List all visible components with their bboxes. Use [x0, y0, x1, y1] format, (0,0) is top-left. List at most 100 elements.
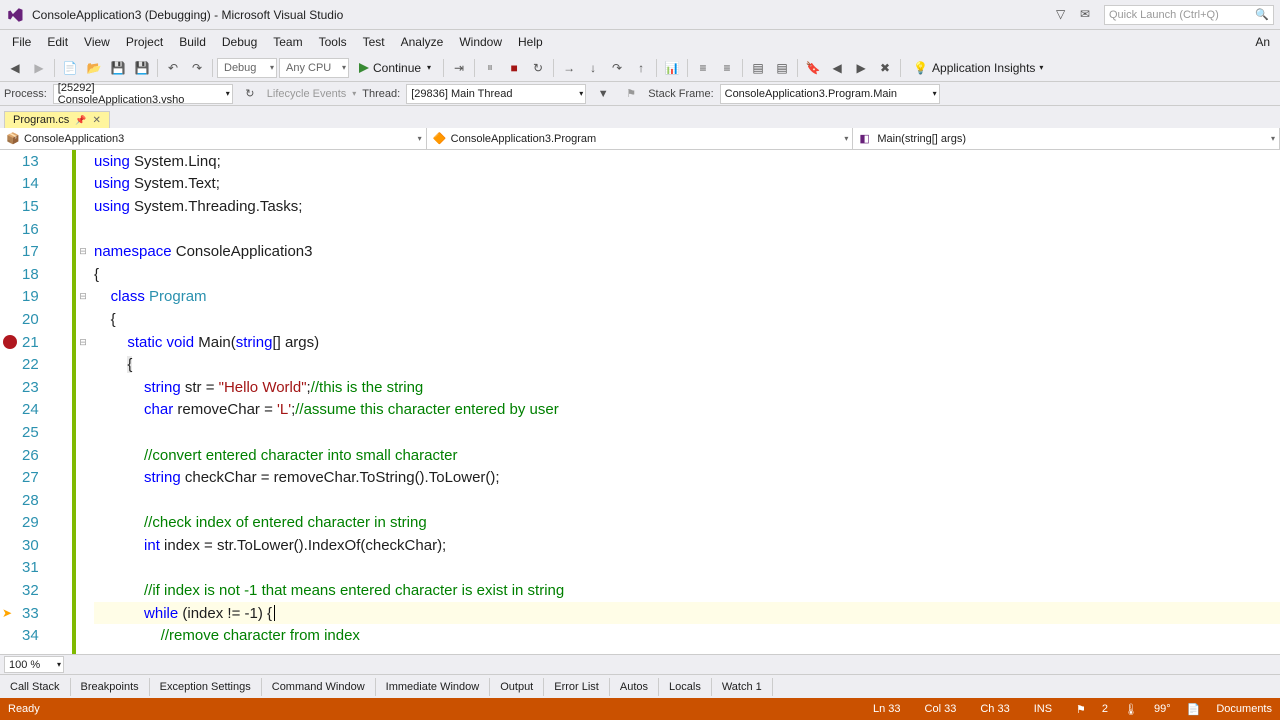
feedback-icon[interactable]: ✉ — [1080, 7, 1096, 23]
breakpoint-icon[interactable] — [3, 335, 17, 349]
fold-toggle[interactable]: ⊟ — [76, 240, 90, 263]
pause-button[interactable]: ⏸ — [479, 57, 501, 79]
code-line[interactable]: namespace ConsoleApplication3 — [94, 240, 1280, 263]
code-line[interactable] — [94, 218, 1280, 241]
code-line[interactable] — [94, 489, 1280, 512]
bottom-tab-watch-1[interactable]: Watch 1 — [712, 678, 773, 696]
outdent-button[interactable]: ≡ — [716, 57, 738, 79]
step-out-button[interactable]: ↑ — [630, 57, 652, 79]
nav-member-dropdown[interactable]: ◧ Main(string[] args) — [853, 128, 1280, 149]
menu-test[interactable]: Test — [355, 33, 393, 51]
flag-icon[interactable]: ⚑ — [1076, 703, 1086, 716]
bookmark-prev-button[interactable]: ◀ — [826, 57, 848, 79]
line-number: 18 — [22, 263, 64, 286]
code-line[interactable]: string str = "Hello World";//this is the… — [94, 376, 1280, 399]
code-line[interactable]: { — [94, 263, 1280, 286]
signin-text[interactable]: An — [1255, 35, 1276, 49]
nav-back-button[interactable]: ◀ — [4, 57, 26, 79]
redo-button[interactable]: ↷ — [186, 57, 208, 79]
open-button[interactable]: 📂 — [83, 57, 105, 79]
indent-button[interactable]: ≡ — [692, 57, 714, 79]
new-project-button[interactable]: 📄 — [59, 57, 81, 79]
zoom-dropdown[interactable]: 100 % — [4, 656, 64, 673]
menu-project[interactable]: Project — [118, 33, 171, 51]
menu-file[interactable]: File — [4, 33, 39, 51]
code-line[interactable]: string checkChar = removeChar.ToString()… — [94, 466, 1280, 489]
code-editor[interactable]: ➤ 13141516171819202122232425262728293031… — [0, 150, 1280, 654]
step-into-button[interactable]: ↓ — [582, 57, 604, 79]
platform-dropdown[interactable]: Any CPU — [279, 58, 349, 78]
diag-tools-button[interactable]: 📊 — [661, 57, 683, 79]
flag-threads-icon[interactable]: ▼ — [592, 83, 614, 105]
code-line[interactable]: int index = str.ToLower().IndexOf(checkC… — [94, 534, 1280, 557]
menu-edit[interactable]: Edit — [39, 33, 76, 51]
save-button[interactable]: 💾 — [107, 57, 129, 79]
thread-dropdown[interactable]: [29836] Main Thread — [406, 84, 586, 104]
notification-filter-icon[interactable]: ▽ — [1056, 7, 1072, 23]
code-line[interactable]: //remove character from index — [94, 624, 1280, 647]
pin-icon[interactable]: 📌 — [75, 115, 86, 126]
process-dropdown[interactable]: [25292] ConsoleApplication3.vsho — [53, 84, 233, 104]
stop-button[interactable]: ■ — [503, 57, 525, 79]
bottom-tab-exception-settings[interactable]: Exception Settings — [150, 678, 262, 696]
step-button[interactable]: ⇥ — [448, 57, 470, 79]
menu-build[interactable]: Build — [171, 33, 214, 51]
notif-count[interactable]: 2 — [1102, 703, 1108, 715]
bookmark-clear-button[interactable]: ✖ — [874, 57, 896, 79]
code-line[interactable]: //convert entered character into small c… — [94, 444, 1280, 467]
menu-team[interactable]: Team — [265, 33, 310, 51]
class-icon: 🔶 — [433, 132, 447, 146]
uncomment-button[interactable]: ▤ — [771, 57, 793, 79]
menu-view[interactable]: View — [76, 33, 118, 51]
restart-button[interactable]: ↻ — [527, 57, 549, 79]
bottom-tab-command-window[interactable]: Command Window — [262, 678, 376, 696]
bookmark-next-button[interactable]: ▶ — [850, 57, 872, 79]
document-tab-program[interactable]: Program.cs 📌 ✕ — [4, 111, 110, 128]
menu-analyze[interactable]: Analyze — [393, 33, 452, 51]
config-dropdown[interactable]: Debug — [217, 58, 277, 78]
cycle-icon[interactable]: ↻ — [239, 83, 261, 105]
nav-forward-button[interactable]: ▶ — [28, 57, 50, 79]
code-line[interactable] — [94, 557, 1280, 580]
nav-class-dropdown[interactable]: 🔶 ConsoleApplication3.Program — [427, 128, 854, 149]
menu-help[interactable]: Help — [510, 33, 551, 51]
code-line[interactable] — [94, 421, 1280, 444]
bottom-tab-call-stack[interactable]: Call Stack — [0, 678, 71, 696]
code-line[interactable]: using System.Threading.Tasks; — [94, 195, 1280, 218]
close-icon[interactable]: ✕ — [92, 115, 100, 126]
code-line[interactable]: class Program — [94, 286, 1280, 309]
code-line[interactable]: //check index of entered character in st… — [94, 512, 1280, 535]
show-next-statement-button[interactable]: → — [558, 57, 580, 79]
threads-icon[interactable]: ⚑ — [620, 83, 642, 105]
bottom-tab-autos[interactable]: Autos — [610, 678, 659, 696]
continue-button[interactable]: Continue ▾ — [351, 57, 439, 79]
menu-debug[interactable]: Debug — [214, 33, 265, 51]
code-line[interactable]: using System.Linq; — [94, 150, 1280, 173]
stackframe-dropdown[interactable]: ConsoleApplication3.Program.Main — [720, 84, 940, 104]
menu-tools[interactable]: Tools — [311, 33, 355, 51]
application-insights-button[interactable]: 💡 Application Insights ▾ — [905, 57, 1051, 79]
step-over-button[interactable]: ↷ — [606, 57, 628, 79]
code-line[interactable]: { — [94, 308, 1280, 331]
nav-project-dropdown[interactable]: 📦 ConsoleApplication3 — [0, 128, 427, 149]
bottom-tab-immediate-window[interactable]: Immediate Window — [376, 678, 491, 696]
fold-toggle[interactable]: ⊟ — [76, 331, 90, 354]
fold-toggle[interactable]: ⊟ — [76, 286, 90, 309]
comment-button[interactable]: ▤ — [747, 57, 769, 79]
docs-icon[interactable]: 📄 — [1187, 703, 1201, 716]
bottom-tab-locals[interactable]: Locals — [659, 678, 712, 696]
code-line[interactable]: static void Main(string[] args) — [94, 331, 1280, 354]
bottom-tab-error-list[interactable]: Error List — [544, 678, 610, 696]
bottom-tab-breakpoints[interactable]: Breakpoints — [71, 678, 150, 696]
undo-button[interactable]: ↶ — [162, 57, 184, 79]
bookmark-button[interactable]: 🔖 — [802, 57, 824, 79]
code-line[interactable]: char removeChar = 'L';//assume this char… — [94, 399, 1280, 422]
code-line[interactable]: using System.Text; — [94, 173, 1280, 196]
code-line[interactable]: //if index is not -1 that means entered … — [94, 579, 1280, 602]
code-line[interactable]: { — [94, 353, 1280, 376]
quick-launch-input[interactable]: Quick Launch (Ctrl+Q) 🔍 — [1104, 5, 1274, 25]
code-line[interactable]: while (index != -1) { — [94, 602, 1280, 625]
save-all-button[interactable]: 💾 — [131, 57, 153, 79]
menu-window[interactable]: Window — [451, 33, 510, 51]
bottom-tab-output[interactable]: Output — [490, 678, 544, 696]
